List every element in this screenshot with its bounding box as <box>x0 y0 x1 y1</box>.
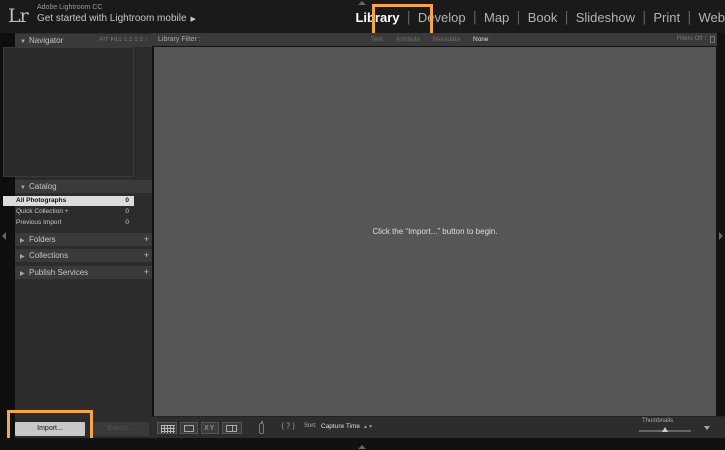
slider-knob[interactable] <box>662 427 668 432</box>
sort-label: Sort: <box>304 423 317 429</box>
collections-label: Collections <box>29 251 69 260</box>
library-filter-label: Library Filter : <box>158 36 201 43</box>
thumbnails-label: Thumbnails <box>642 418 674 424</box>
product-name: Adobe Lightroom CC <box>37 4 103 11</box>
catalog-item-count: 0 <box>125 197 129 204</box>
catalog-item-label: Quick Collection + <box>16 208 69 215</box>
folders-label: Folders <box>29 235 56 244</box>
add-folder-icon[interactable]: + <box>144 233 149 246</box>
toolbar-menu-icon[interactable] <box>704 426 710 430</box>
catalog-item-quick-collection[interactable]: Quick Collection + 0 <box>3 207 134 217</box>
catalog-item-previous-import[interactable]: Previous Import 0 <box>3 218 134 228</box>
spray-can-icon[interactable] <box>259 421 264 434</box>
filters-off-dropdown[interactable]: Filters Off ↕ <box>676 33 707 46</box>
catalog-item-label: All Photographs <box>16 197 67 204</box>
sort-dropdown[interactable]: Capture Time ▲▼ <box>321 423 373 430</box>
grid-view-icon <box>161 425 175 433</box>
publish-services-label: Publish Services <box>29 268 89 277</box>
add-collection-icon[interactable]: + <box>144 249 149 262</box>
catalog-item-all-photographs[interactable]: All Photographs 0 <box>3 196 134 206</box>
module-book[interactable]: Book <box>521 10 565 25</box>
module-slideshow[interactable]: Slideshow <box>569 10 642 25</box>
library-highlight-box <box>372 4 433 36</box>
right-panel-edge <box>717 33 725 416</box>
empty-grid-message: Click the “Import...” button to begin. <box>372 227 498 236</box>
loupe-view-button[interactable] <box>180 422 198 434</box>
folders-header[interactable]: ▶ Folders + <box>15 233 152 246</box>
mobile-prompt-link[interactable]: Get started with Lightroom mobile ▶ <box>37 13 196 24</box>
triangle-right-icon: ▶ <box>20 238 25 244</box>
lock-icon[interactable] <box>710 36 715 43</box>
filter-attribute[interactable]: Attribute <box>396 33 420 46</box>
sort-value: Capture Time <box>321 423 361 430</box>
show-filmstrip-icon[interactable] <box>358 445 366 449</box>
triangle-right-icon: ▶ <box>20 271 25 277</box>
thumbnail-size-slider[interactable] <box>639 427 691 432</box>
triangle-right-icon: ▶ <box>20 254 25 260</box>
collapse-right-panel-icon[interactable] <box>719 232 723 240</box>
catalog-item-count: 0 <box>125 208 129 215</box>
identity-plate-bar: Lr Adobe Lightroom CC Get started with L… <box>0 0 725 33</box>
library-toolbar: XY (?) Sort: Capture Time ▲▼ Thumbnails <box>152 416 725 438</box>
collections-header[interactable]: ▶ Collections + <box>15 249 152 262</box>
module-web[interactable]: Web <box>692 10 725 25</box>
play-arrow-icon: ▶ <box>190 16 196 23</box>
add-publish-service-icon[interactable]: + <box>144 266 149 279</box>
triangle-down-icon: ▼ <box>20 185 26 191</box>
module-print[interactable]: Print <box>646 10 687 25</box>
navigator-preview[interactable] <box>3 47 134 177</box>
catalog-item-count: 0 <box>125 219 129 226</box>
updown-arrow-icon: ▲▼ <box>363 424 373 430</box>
library-filter-bar: Library Filter : Text Attribute Metadata… <box>152 33 717 46</box>
catalog-item-label: Previous Import <box>16 219 62 226</box>
filter-none[interactable]: None <box>473 33 489 46</box>
catalog-header[interactable]: ▼ Catalog <box>15 180 152 193</box>
lightroom-logo: Lr <box>8 5 29 27</box>
face-tag-icon[interactable]: (?) <box>280 422 296 432</box>
photo-grid[interactable]: Click the “Import...” button to begin. <box>154 47 716 416</box>
grid-view-button[interactable] <box>157 422 177 434</box>
catalog-label: Catalog <box>29 182 57 191</box>
collapse-left-panel-icon[interactable] <box>2 232 6 240</box>
compare-view-icon: XY <box>204 424 216 432</box>
compare-view-button[interactable]: XY <box>201 422 219 434</box>
navigator-label: Navigator <box>29 36 64 45</box>
navigator-header[interactable]: ▼ Navigator FIT FILL 1:1 1:2 ↕ <box>15 34 152 47</box>
mobile-prompt-label: Get started with Lightroom mobile <box>37 13 187 24</box>
publish-services-header[interactable]: ▶ Publish Services + <box>15 266 152 279</box>
module-map[interactable]: Map <box>477 10 516 25</box>
loupe-view-icon <box>184 425 194 432</box>
navigator-zoom-options[interactable]: FIT FILL 1:1 1:2 ↕ <box>100 34 148 47</box>
filter-metadata[interactable]: Metadata <box>433 33 460 46</box>
filter-text[interactable]: Text <box>371 33 383 46</box>
survey-view-icon <box>226 425 237 432</box>
export-button[interactable]: Export... <box>92 422 149 436</box>
survey-view-button[interactable] <box>222 422 242 434</box>
